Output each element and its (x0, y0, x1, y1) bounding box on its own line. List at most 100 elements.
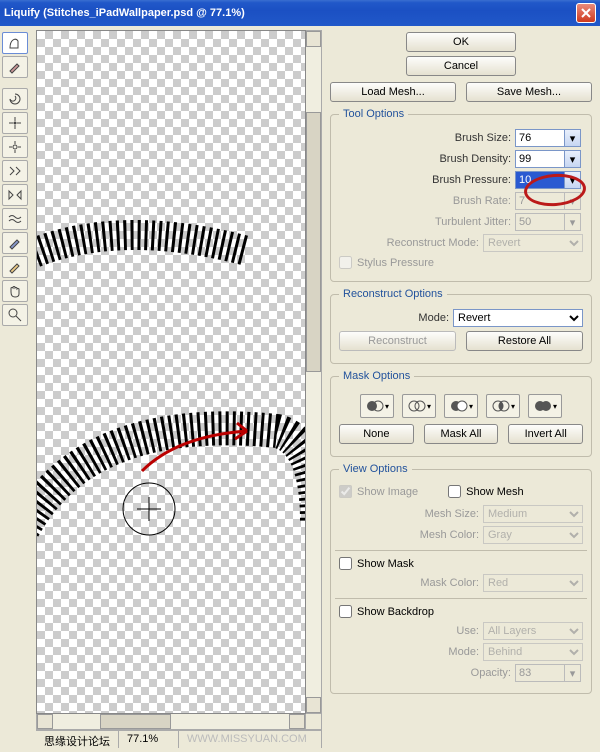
brush-pressure-input[interactable] (515, 171, 565, 189)
tool-reconstruct[interactable] (2, 56, 28, 78)
tool-thaw-mask[interactable] (2, 256, 28, 278)
brush-size-dropdown[interactable]: ▾ (565, 129, 581, 147)
reconstruct-options-legend: Reconstruct Options (339, 288, 447, 300)
vertical-scrollbar[interactable] (306, 30, 322, 714)
brush-pressure-dropdown[interactable]: ▾ (565, 171, 581, 189)
show-mask-label: Show Mask (357, 558, 414, 570)
show-mesh-label: Show Mesh (466, 486, 523, 498)
tool-push-left[interactable] (2, 160, 28, 182)
brush-cursor (119, 479, 179, 539)
brush-rate-label: Brush Rate: (339, 195, 511, 207)
brush-density-label: Brush Density: (339, 153, 511, 165)
reconstruct-button: Reconstruct (339, 331, 456, 351)
mask-intersect-icon[interactable]: ▾ (486, 394, 520, 418)
mask-replace-icon[interactable]: ▾ (360, 394, 394, 418)
mask-add-icon[interactable]: ▾ (402, 394, 436, 418)
mesh-color-label: Mesh Color: (339, 529, 479, 541)
mask-none-button[interactable]: None (339, 424, 414, 444)
hscroll-track[interactable] (53, 714, 289, 729)
scroll-down-arrow[interactable] (306, 697, 321, 713)
reconstruct-mode-label: Reconstruct Mode: (339, 237, 479, 249)
turbulent-jitter-dropdown: ▾ (565, 213, 581, 231)
show-mask-checkbox[interactable] (339, 557, 352, 570)
mirror-icon (7, 187, 23, 203)
tool-options-legend: Tool Options (339, 108, 408, 120)
reconstruct-options-group: Reconstruct Options Mode:Revert Reconstr… (330, 288, 592, 364)
reconstruct-mode2-select[interactable]: Revert (453, 309, 583, 327)
show-backdrop-checkbox[interactable] (339, 605, 352, 618)
tool-options-group: Tool Options Brush Size: ▾ Brush Density:… (330, 108, 592, 282)
spiral-icon (7, 91, 23, 107)
vscroll-thumb[interactable] (306, 112, 321, 372)
stylus-pressure-label: Stylus Pressure (357, 257, 434, 269)
options-panel: OK Cancel Load Mesh... Save Mesh... Tool… (322, 26, 600, 752)
tool-forward-warp[interactable] (2, 32, 28, 54)
turbulent-jitter-label: Turbulent Jitter: (339, 216, 511, 228)
push-icon (7, 163, 23, 179)
tool-column (0, 26, 32, 752)
tool-mirror[interactable] (2, 184, 28, 206)
vscroll-track[interactable] (306, 47, 321, 697)
view-options-group: View Options Show Image Show Mesh Mesh S… (330, 463, 592, 694)
mask-invert-all-button[interactable]: Invert All (508, 424, 583, 444)
zoom-icon (7, 307, 23, 323)
show-mesh-checkbox[interactable] (448, 485, 461, 498)
brush-density-dropdown[interactable]: ▾ (565, 150, 581, 168)
status-zoom: 77.1% (119, 731, 179, 748)
load-mesh-button[interactable]: Load Mesh... (330, 82, 456, 102)
window-title: Liquify (Stitches_iPadWallpaper.psd @ 77… (4, 7, 245, 19)
brush-size-input[interactable] (515, 129, 565, 147)
scroll-right-arrow[interactable] (289, 714, 305, 729)
mask-icon-row: ▾ ▾ ▾ ▾ ▾ (339, 394, 583, 418)
pucker-icon (7, 115, 23, 131)
show-backdrop-label: Show Backdrop (357, 606, 434, 618)
backdrop-use-label: Use: (339, 625, 479, 637)
mask-options-legend: Mask Options (339, 370, 414, 382)
tool-pucker[interactable] (2, 112, 28, 134)
backdrop-opacity-label: Opacity: (339, 667, 511, 679)
brush-size-label: Brush Size: (339, 132, 511, 144)
turbulent-jitter-input (515, 213, 565, 231)
tool-freeze-mask[interactable] (2, 232, 28, 254)
brush-icon (7, 59, 23, 75)
bloat-icon (7, 139, 23, 155)
reconstruct-mode-select: Revert (483, 234, 583, 252)
mesh-size-label: Mesh Size: (339, 508, 479, 520)
tool-bloat[interactable] (2, 136, 28, 158)
backdrop-opacity-input (515, 664, 565, 682)
finger-icon (7, 35, 23, 51)
tool-hand[interactable] (2, 280, 28, 302)
artwork-stripes-1 (36, 211, 306, 391)
ok-button[interactable]: OK (406, 32, 516, 52)
brush-pressure-label: Brush Pressure: (339, 174, 511, 186)
scroll-up-arrow[interactable] (306, 31, 321, 47)
close-button[interactable] (576, 3, 596, 23)
horizontal-scrollbar[interactable] (36, 714, 306, 730)
show-image-checkbox (339, 485, 352, 498)
hscroll-thumb[interactable] (100, 714, 171, 729)
close-icon (581, 8, 591, 18)
save-mesh-button[interactable]: Save Mesh... (466, 82, 592, 102)
annotation-arrow (137, 421, 267, 481)
mask-subtract-icon[interactable]: ▾ (444, 394, 478, 418)
freeze-icon (7, 235, 23, 251)
backdrop-mode-select: Behind (483, 643, 583, 661)
view-options-legend: View Options (339, 463, 412, 475)
preview-canvas[interactable] (36, 30, 306, 714)
cancel-button[interactable]: Cancel (406, 56, 516, 76)
hand-icon (7, 283, 23, 299)
mask-all-button[interactable]: Mask All (424, 424, 499, 444)
wave-icon (7, 211, 23, 227)
backdrop-opacity-dropdown: ▾ (565, 664, 581, 682)
tool-twirl-cw[interactable] (2, 88, 28, 110)
tool-zoom[interactable] (2, 304, 28, 326)
scroll-left-arrow[interactable] (37, 714, 53, 729)
tool-turbulence[interactable] (2, 208, 28, 230)
mask-color-select: Red (483, 574, 583, 592)
brush-density-input[interactable] (515, 150, 565, 168)
restore-all-button[interactable]: Restore All (466, 331, 583, 351)
canvas-area: 思缘设计论坛 77.1% WWW.MISSYUAN.COM (32, 26, 322, 752)
stylus-pressure-checkbox (339, 256, 352, 269)
mask-invert-icon[interactable]: ▾ (528, 394, 562, 418)
brush-rate-input (515, 192, 565, 210)
